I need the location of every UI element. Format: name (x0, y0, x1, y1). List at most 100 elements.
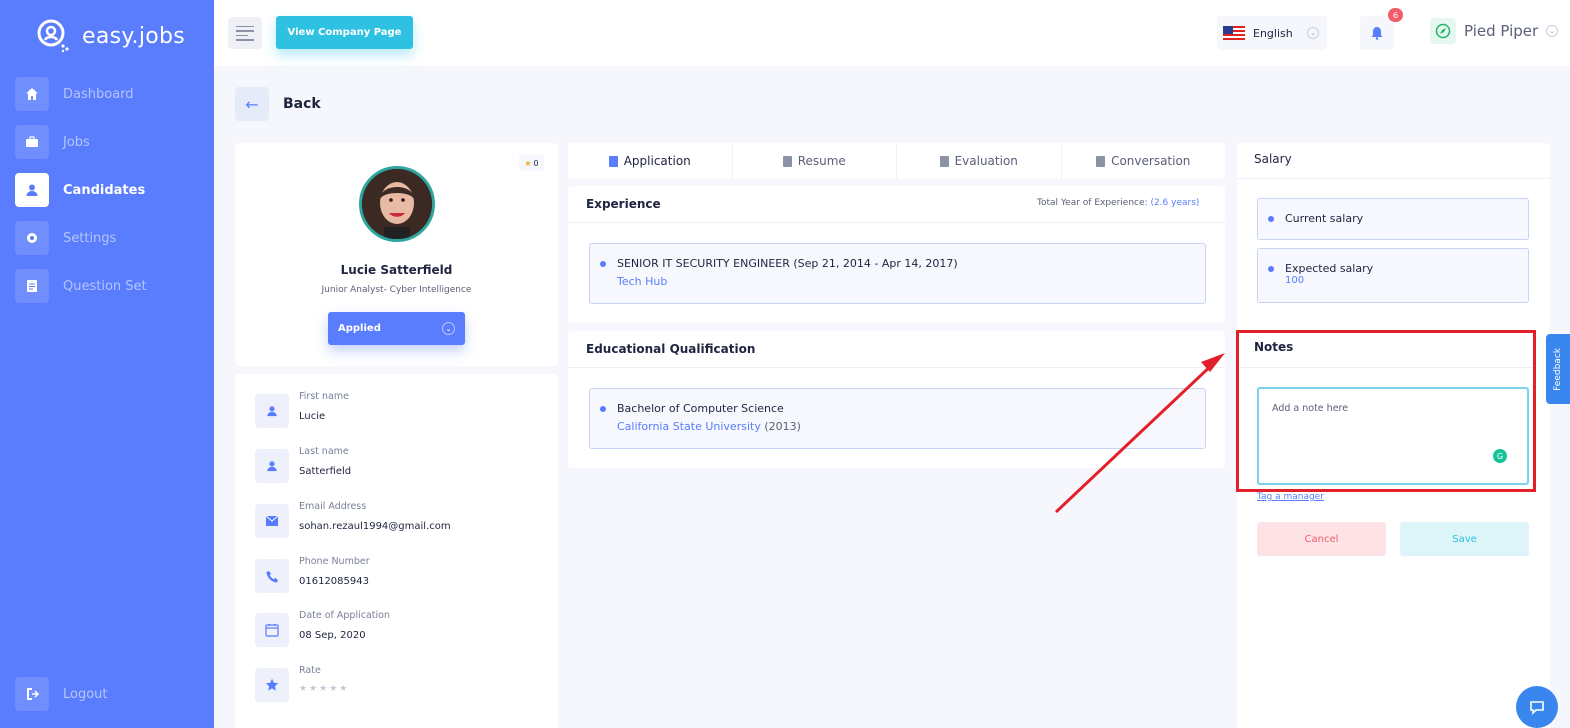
logout-button[interactable]: Logout (15, 677, 108, 711)
candidate-name: Lucie Satterfield (340, 263, 453, 277)
tab-label: Application (623, 154, 691, 168)
cancel-button[interactable]: Cancel (1257, 522, 1386, 556)
back-label: Back (283, 96, 321, 112)
rating-stars[interactable]: ★★★★★ (299, 684, 349, 694)
sidebar-item-label: Jobs (63, 134, 90, 150)
notifications-button[interactable] (1360, 16, 1394, 50)
brand-name: easy.jobs (82, 23, 186, 49)
info-value: Lucie (299, 411, 326, 422)
annotation-arrow (1054, 353, 1225, 514)
arrow-left-icon: ← (245, 94, 259, 114)
info-label: Phone Number (299, 556, 370, 567)
chevron-down-icon[interactable]: ⌄ (1546, 25, 1558, 37)
resume-icon (782, 155, 792, 167)
star-icon: ★ (524, 158, 532, 168)
sidebar-item-label: Question Set (63, 278, 147, 294)
experience-total: Total Year of Experience: (2.6 years) (1037, 198, 1199, 208)
notification-count-badge: 6 (1388, 8, 1403, 22)
feedback-tab[interactable]: Feedback (1546, 334, 1570, 404)
top-bar: View Company Page English ⌄ 6 Pied Piper… (214, 0, 1570, 66)
experience-company[interactable]: Tech Hub (617, 275, 667, 288)
experience-title: Experience (586, 197, 661, 211)
info-label: First name (299, 391, 349, 402)
tab-label: Evaluation (954, 154, 1018, 168)
tab-label: Conversation (1111, 154, 1191, 168)
chat-launcher-button[interactable] (1516, 686, 1558, 728)
logout-icon (15, 677, 49, 711)
sidebar-item-settings[interactable]: Settings (15, 220, 200, 256)
tab-application[interactable]: Application (568, 143, 733, 179)
candidate-title: Junior Analyst- Cyber Intelligence (321, 285, 472, 295)
menu-line (236, 25, 254, 27)
info-value: Satterfield (299, 466, 352, 477)
experience-position: SENIOR IT SECURITY ENGINEER (Sep 21, 201… (617, 257, 958, 270)
gear-icon (15, 221, 49, 255)
info-value: sohan.rezaul1994@gmail.com (299, 521, 451, 532)
status-dropdown[interactable]: Applied ⌄ (328, 312, 465, 345)
chevron-down-icon: ⌄ (1307, 27, 1319, 39)
bullet (600, 406, 606, 412)
info-value: 01612085943 (299, 576, 369, 587)
bullet (1268, 216, 1274, 222)
view-company-page-button[interactable]: View Company Page (276, 16, 413, 49)
info-phone: Phone Number 01612085943 (255, 556, 370, 593)
education-institution-line: California State University (2013) (617, 420, 801, 433)
info-label: Date of Application (299, 610, 390, 621)
feedback-label: Feedback (1553, 347, 1563, 391)
phone-icon (255, 559, 289, 593)
education-institution[interactable]: California State University (617, 420, 761, 433)
user-icon (15, 173, 49, 207)
language-selector[interactable]: English ⌄ (1217, 16, 1327, 50)
chevron-down-icon: ⌄ (442, 322, 455, 335)
document-icon (608, 155, 618, 167)
tab-resume[interactable]: Resume (733, 143, 897, 179)
education-degree: Bachelor of Computer Science (617, 402, 784, 415)
save-button[interactable]: Save (1400, 522, 1529, 556)
tab-evaluation[interactable]: Evaluation (897, 143, 1062, 179)
status-label: Applied (338, 323, 381, 334)
sidebar-item-question-set[interactable]: Question Set (15, 268, 200, 304)
compass-icon (1430, 18, 1456, 44)
sidebar-item-label: Dashboard (63, 86, 134, 102)
sidebar-item-label: Candidates (63, 182, 146, 198)
tag-manager-link[interactable]: Tag a manager (1257, 492, 1324, 502)
sidebar-item-jobs[interactable]: Jobs (15, 124, 200, 160)
user-icon (255, 449, 289, 483)
envelope-icon (255, 504, 289, 538)
expected-salary-value: 100 (1285, 275, 1305, 286)
info-label: Rate (299, 665, 321, 676)
user-icon (255, 394, 289, 428)
clipboard-icon (939, 155, 949, 167)
calendar-icon (255, 613, 289, 647)
menu-toggle-button[interactable] (228, 17, 262, 49)
logout-label: Logout (63, 686, 108, 702)
rating-badge-value: 0 (533, 158, 539, 168)
language-label: English (1253, 26, 1293, 40)
info-email: Email Address sohan.rezaul1994@gmail.com (255, 501, 451, 538)
tab-label: Resume (797, 154, 846, 168)
highlight-box (1236, 330, 1536, 492)
menu-line (236, 30, 254, 32)
education-title: Educational Qualification (586, 342, 756, 356)
bullet (1268, 266, 1274, 272)
sidebar-item-candidates[interactable]: Candidates (15, 172, 200, 208)
info-value: 08 Sep, 2020 (299, 630, 366, 641)
logo-icon (36, 18, 72, 54)
education-year: (2013) (764, 420, 801, 433)
info-rate: Rate ★★★★★ (255, 665, 349, 702)
salary-title: Salary (1254, 152, 1292, 166)
tab-conversation[interactable]: Conversation (1062, 143, 1226, 179)
candidate-tabs: Application Resume Evaluation Conversati… (568, 143, 1225, 179)
expected-salary-label: Expected salary (1285, 262, 1374, 275)
menu-line (236, 34, 248, 36)
brand-logo[interactable]: easy.jobs (36, 18, 185, 54)
experience-total-label: Total Year of Experience: (1037, 198, 1148, 208)
bell-icon (1371, 27, 1383, 40)
bullet (600, 261, 606, 267)
sidebar-item-dashboard[interactable]: Dashboard (15, 76, 200, 112)
company-switcher[interactable]: Pied Piper (1430, 18, 1538, 44)
back-button[interactable]: ← (235, 87, 269, 121)
company-name: Pied Piper (1464, 22, 1539, 40)
us-flag-icon (1223, 26, 1245, 40)
star-icon (255, 668, 289, 702)
